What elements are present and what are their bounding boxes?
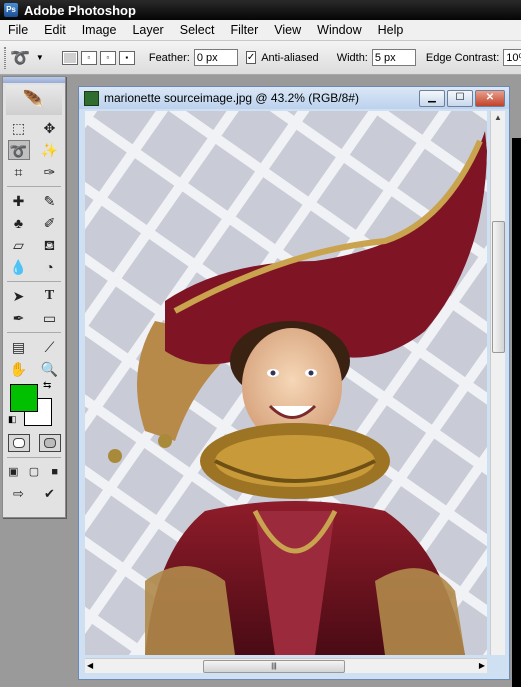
divider xyxy=(7,186,61,187)
zoom-tool-icon[interactable]: 🔍 xyxy=(39,359,61,379)
clone-stamp-tool-icon[interactable]: ♣ xyxy=(8,213,30,233)
image-canvas[interactable] xyxy=(85,111,487,655)
history-brush-tool-icon[interactable]: ✐ xyxy=(39,213,61,233)
maximize-button[interactable]: ☐ xyxy=(447,89,473,107)
toolbox-header[interactable] xyxy=(3,77,65,83)
anti-aliased-checkbox[interactable]: ✓ xyxy=(245,51,257,64)
blur-tool-icon[interactable]: 💧 xyxy=(8,257,30,277)
foreground-color-swatch[interactable] xyxy=(10,384,38,412)
default-colors-icon[interactable]: ◧ xyxy=(8,414,17,425)
vertical-scroll-thumb[interactable] xyxy=(492,221,505,353)
magic-wand-tool-icon[interactable]: ✨ xyxy=(39,140,61,160)
notes-tool-icon[interactable]: ▤ xyxy=(8,337,30,357)
chevron-down-icon: ▼ xyxy=(35,53,44,62)
edge-contrast-label: Edge Contrast: xyxy=(425,51,500,64)
scroll-up-icon[interactable]: ▲ xyxy=(491,111,505,125)
full-screen-mode-icon[interactable]: ■ xyxy=(44,462,65,482)
lasso-tool-icon[interactable]: ➰ xyxy=(7,140,30,160)
close-button[interactable]: ✕ xyxy=(475,89,505,107)
menu-select[interactable]: Select xyxy=(172,23,223,37)
toolbox-panel: 🪶 ⬚ ✥ ➰ ✨ ⌗ ✑ ✚ ✎ ♣ ✐ ▱ ⛾ 💧 ◔ ➤ T ✒ ▭ ▤ … xyxy=(2,76,66,518)
crop-tool-icon[interactable]: ⌗ xyxy=(8,162,30,182)
standard-mode-button[interactable] xyxy=(7,434,30,452)
brush-tool-icon[interactable]: ✎ xyxy=(39,191,61,211)
feather-input[interactable] xyxy=(193,49,238,66)
menu-layer[interactable]: Layer xyxy=(124,23,171,37)
rectangle-tool-icon[interactable]: ▭ xyxy=(39,308,61,328)
edge-contrast-input[interactable] xyxy=(503,49,521,66)
menu-bar: File Edit Image Layer Select Filter View… xyxy=(0,20,521,41)
feather-label: Feather: xyxy=(148,51,190,64)
menu-edit[interactable]: Edit xyxy=(36,23,74,37)
options-bar-grip[interactable] xyxy=(4,46,6,69)
magnetic-lasso-icon: ➰ xyxy=(10,49,30,67)
app-titlebar: Ps Adobe Photoshop xyxy=(0,0,521,20)
subtract-from-selection-button[interactable]: ▫ xyxy=(99,50,116,65)
width-input[interactable] xyxy=(371,49,416,66)
slice-tool-icon[interactable]: ✑ xyxy=(39,162,61,182)
divider xyxy=(7,281,61,282)
marionette-photo xyxy=(85,111,487,655)
standard-screen-mode-icon[interactable]: ▣ xyxy=(3,462,24,482)
menu-view[interactable]: View xyxy=(266,23,309,37)
path-selection-tool-icon[interactable]: ➤ xyxy=(8,286,30,306)
marquee-tool-icon[interactable]: ⬚ xyxy=(8,118,30,138)
move-tool-icon[interactable]: ✥ xyxy=(39,118,61,138)
minimize-button[interactable]: ▁ xyxy=(419,89,445,107)
app-title: Adobe Photoshop xyxy=(24,2,136,18)
width-label: Width: xyxy=(336,51,368,64)
photoshop-app-icon: Ps xyxy=(4,3,18,17)
jump-to-imageready-icon[interactable]: ⇨ xyxy=(8,484,30,504)
feather-logo-icon[interactable]: 🪶 xyxy=(6,85,62,115)
quick-mask-mode-button[interactable] xyxy=(38,434,61,452)
edit-in-imageready-icon[interactable]: ✔ xyxy=(39,484,61,504)
eyedropper-tool-icon[interactable]: ⟋ xyxy=(39,337,61,357)
hand-tool-icon[interactable]: ✋ xyxy=(8,359,30,379)
full-screen-menu-mode-icon[interactable]: ▢ xyxy=(24,462,45,482)
add-to-selection-button[interactable]: ▫ xyxy=(80,50,97,65)
swap-colors-icon[interactable]: ⇆ xyxy=(43,380,51,391)
paint-bucket-tool-icon[interactable]: ⛾ xyxy=(39,235,61,255)
menu-filter[interactable]: Filter xyxy=(222,23,266,37)
eraser-tool-icon[interactable]: ▱ xyxy=(8,235,30,255)
options-bar: ➰ ▼ ▫ ▫ ▪ Feather: ✓ Anti-aliased Width:… xyxy=(0,41,521,75)
menu-image[interactable]: Image xyxy=(74,23,125,37)
background-panel-edge xyxy=(512,138,521,687)
color-swatches: ⇆ ◧ xyxy=(3,380,65,428)
divider xyxy=(7,457,61,458)
vertical-scrollbar[interactable]: ▲ xyxy=(490,111,505,655)
document-title: marionette sourceimage.jpg @ 43.2% (RGB/… xyxy=(104,91,359,105)
healing-brush-tool-icon[interactable]: ✚ xyxy=(8,191,30,211)
menu-window[interactable]: Window xyxy=(309,23,369,37)
document-titlebar[interactable]: marionette sourceimage.jpg @ 43.2% (RGB/… xyxy=(79,87,509,109)
scroll-left-icon[interactable]: ◀ xyxy=(87,659,93,673)
menu-help[interactable]: Help xyxy=(370,23,412,37)
scroll-right-icon[interactable]: ▶ xyxy=(479,659,485,673)
horizontal-scroll-thumb[interactable]: ||| xyxy=(203,660,345,673)
document-window: marionette sourceimage.jpg @ 43.2% (RGB/… xyxy=(78,86,510,680)
intersect-selection-button[interactable]: ▪ xyxy=(118,50,135,65)
selection-mode-group: ▫ ▫ ▪ xyxy=(61,50,135,65)
menu-file[interactable]: File xyxy=(0,23,36,37)
tool-preset-picker[interactable]: ➰ ▼ xyxy=(10,48,44,68)
pen-tool-icon[interactable]: ✒ xyxy=(8,308,30,328)
divider xyxy=(7,332,61,333)
document-icon xyxy=(84,90,99,106)
anti-aliased-label: Anti-aliased xyxy=(261,51,319,64)
horizontal-scrollbar[interactable]: ◀ ||| ▶ xyxy=(85,658,487,673)
new-selection-button[interactable] xyxy=(61,50,78,65)
dodge-tool-icon[interactable]: ◔ xyxy=(39,257,61,277)
type-tool-icon[interactable]: T xyxy=(39,286,61,306)
